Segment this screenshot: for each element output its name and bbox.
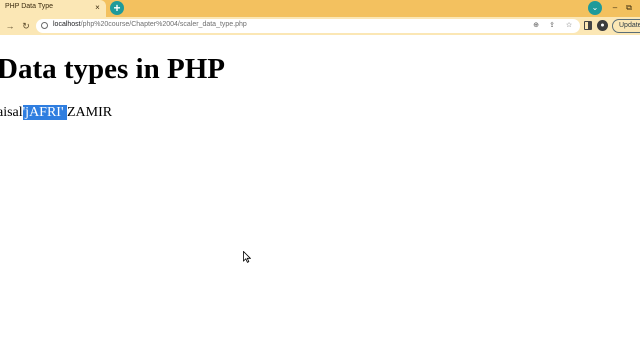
info-icon[interactable]: [41, 22, 48, 29]
tab-php-data-type[interactable]: PHP Data Type ×: [0, 0, 106, 17]
reload-icon[interactable]: ↻: [20, 20, 32, 32]
tab-title: PHP Data Type: [5, 3, 53, 10]
url-text[interactable]: localhost/php%20course/Chapter%2004/scal…: [53, 21, 247, 28]
restore-button[interactable]: ⧉: [623, 2, 635, 14]
url-host: localhost: [53, 21, 81, 28]
star-icon[interactable]: ☆: [564, 21, 574, 31]
tab-strip: PHP Data Type × + ⌄ – ⧉: [0, 0, 640, 17]
page-title: Data types in PHP: [0, 53, 225, 85]
output-text-before: aisal: [0, 105, 23, 120]
browser-toolbar: → ↻ localhost/php%20course/Chapter%2004/…: [0, 17, 640, 35]
php-output-text: aisal'jAFRI' ZAMIR: [0, 105, 112, 121]
new-tab-button[interactable]: +: [110, 1, 124, 15]
output-text-after: ZAMIR: [67, 105, 113, 120]
url-path: /php%20course/Chapter%2004/scaler_data_t…: [80, 21, 247, 28]
address-bar[interactable]: localhost/php%20course/Chapter%2004/scal…: [36, 19, 580, 33]
page-content: Data types in PHP aisal'jAFRI' ZAMIR: [0, 35, 640, 360]
zoom-icon[interactable]: ⊕: [531, 21, 541, 31]
mouse-pointer-icon: [243, 251, 251, 263]
selected-text: 'jAFRI': [22, 105, 67, 120]
minimize-button[interactable]: –: [609, 2, 621, 14]
side-panel-icon[interactable]: [584, 21, 592, 30]
forward-arrow-icon[interactable]: →: [4, 20, 16, 32]
close-icon[interactable]: ×: [93, 3, 102, 12]
share-icon[interactable]: ⇪: [547, 21, 557, 31]
chevron-down-icon[interactable]: ⌄: [588, 1, 602, 15]
profile-avatar-icon[interactable]: ●: [597, 20, 608, 31]
update-button[interactable]: Update: [612, 19, 640, 33]
